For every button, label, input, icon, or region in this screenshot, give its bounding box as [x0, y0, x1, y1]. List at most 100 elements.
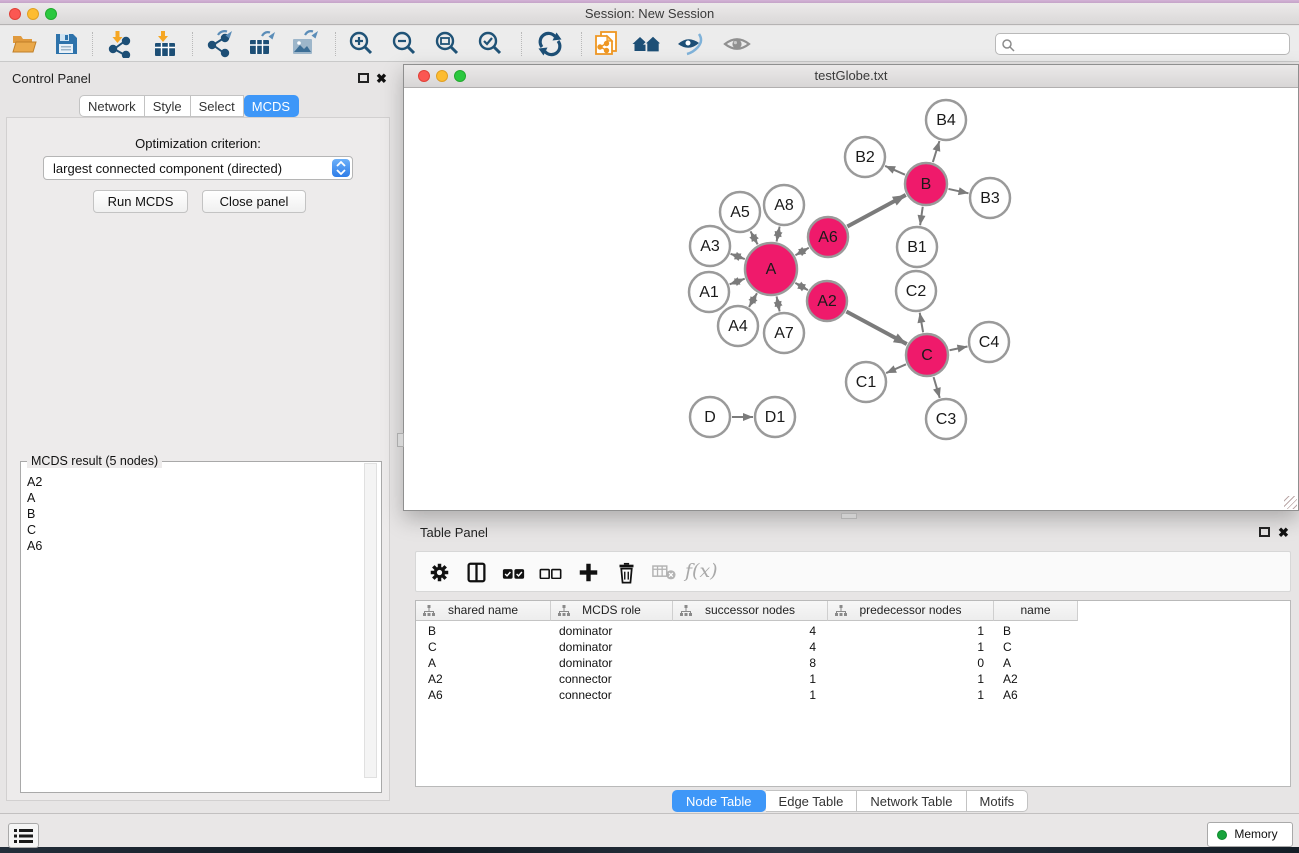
refresh-icon[interactable]: [536, 30, 564, 58]
table-row[interactable]: Bdominator41B: [416, 623, 1078, 639]
select-all-icon[interactable]: [502, 566, 525, 584]
network-resize-grip[interactable]: [1284, 496, 1297, 509]
column-header-predecessor-nodes[interactable]: predecessor nodes: [828, 601, 994, 621]
tab-mcds[interactable]: MCDS: [244, 95, 299, 117]
minimize-traffic-light[interactable]: [27, 8, 39, 20]
network-file-icon[interactable]: [592, 30, 620, 58]
table-header: shared nameMCDS rolesuccessor nodesprede…: [416, 601, 1078, 621]
edge-arrowhead: [933, 141, 941, 152]
export-table-icon[interactable]: [247, 30, 275, 58]
control-panel-tabs: Network Style Select MCDS: [79, 95, 299, 117]
tab-motifs[interactable]: Motifs: [967, 790, 1029, 812]
run-mcds-button[interactable]: Run MCDS: [93, 190, 188, 213]
table-row[interactable]: Adominator80A: [416, 655, 1078, 671]
table-row[interactable]: A2connector11A2: [416, 671, 1078, 687]
table-cell: A: [416, 655, 551, 671]
export-image-icon[interactable]: [290, 30, 318, 58]
column-header-MCDS-role[interactable]: MCDS role: [551, 601, 673, 621]
search-field[interactable]: [995, 33, 1290, 55]
column-header-successor-nodes[interactable]: successor nodes: [673, 601, 828, 621]
network-zoom-traffic-light[interactable]: [454, 70, 466, 82]
table-panel-float-icon[interactable]: [1259, 527, 1270, 537]
network-left-scrollbar-nub[interactable]: [397, 433, 404, 447]
memory-button[interactable]: Memory: [1207, 822, 1293, 847]
home-icon[interactable]: [632, 30, 660, 58]
graph-node-label: B2: [855, 149, 875, 166]
column-header-shared-name[interactable]: shared name: [416, 601, 551, 621]
delete-column-icon[interactable]: [616, 562, 637, 589]
tab-style[interactable]: Style: [145, 95, 191, 117]
control-panel-title: Control Panel: [12, 71, 91, 86]
import-network-icon[interactable]: [106, 30, 134, 58]
tab-edge-table[interactable]: Edge Table: [766, 790, 858, 812]
mcds-result-scrollbar[interactable]: [364, 463, 377, 778]
task-list-button[interactable]: [8, 823, 39, 848]
network-minimize-traffic-light[interactable]: [436, 70, 448, 82]
control-panel-float-icon[interactable]: [358, 73, 369, 83]
save-icon[interactable]: [52, 30, 80, 58]
function-builder-icon[interactable]: f(x): [685, 560, 718, 582]
mcds-result-item[interactable]: A6: [27, 538, 42, 554]
table-cell: connector: [551, 671, 673, 687]
graph-node-label: A: [766, 261, 777, 278]
main-toolbar: [0, 26, 1299, 62]
close-traffic-light[interactable]: [9, 8, 21, 20]
show-eye-icon[interactable]: [722, 30, 750, 58]
edge-arrowhead: [885, 166, 896, 174]
edge-arrowhead: [893, 333, 907, 344]
node-table[interactable]: shared nameMCDS rolesuccessor nodesprede…: [415, 600, 1291, 787]
edge-arrowhead: [795, 283, 806, 291]
graph-node-label: A4: [728, 318, 748, 335]
import-table-icon[interactable]: [151, 30, 179, 58]
tab-select[interactable]: Select: [191, 95, 244, 117]
settings-gear-icon[interactable]: [429, 562, 450, 588]
table-panel-close-icon[interactable]: ✖: [1278, 525, 1289, 541]
network-window-titlebar: testGlobe.txt: [404, 65, 1298, 88]
edge-arrowhead: [749, 234, 757, 245]
table-row[interactable]: Cdominator41C: [416, 639, 1078, 655]
mcds-result-item[interactable]: B: [27, 506, 42, 522]
delete-table-icon[interactable]: [652, 565, 676, 585]
zoom-selected-icon[interactable]: [476, 30, 504, 58]
table-panel-toolbar: f(x): [415, 551, 1291, 592]
mcds-result-item[interactable]: A: [27, 490, 42, 506]
zoom-fit-icon[interactable]: [433, 30, 461, 58]
deselect-all-icon[interactable]: [539, 566, 562, 584]
optimization-criterion-dropdown[interactable]: largest connected component (directed): [43, 156, 353, 180]
tab-node-table[interactable]: Node Table: [672, 790, 766, 812]
window-title: Session: New Session: [0, 3, 1299, 24]
table-cell: B: [416, 623, 551, 639]
tab-network[interactable]: Network: [79, 95, 145, 117]
add-column-icon[interactable]: [578, 562, 599, 588]
graph-node-label: C4: [979, 334, 1000, 351]
dropdown-stepper-icon: [332, 159, 350, 177]
graph-node-label: A2: [817, 293, 837, 310]
tab-network-table[interactable]: Network Table: [857, 790, 966, 812]
open-folder-icon[interactable]: [10, 30, 38, 58]
search-input[interactable]: [1018, 35, 1283, 53]
edge-arrowhead: [734, 252, 745, 259]
table-cell: dominator: [551, 623, 673, 639]
graph-node-label: D1: [765, 409, 786, 426]
zoom-out-icon[interactable]: [390, 30, 418, 58]
close-panel-button[interactable]: Close panel: [202, 190, 306, 213]
table-cell: 1: [828, 671, 994, 687]
search-icon: [1001, 38, 1015, 52]
table-cell: A2: [994, 671, 1078, 687]
zoom-traffic-light[interactable]: [45, 8, 57, 20]
export-network-icon[interactable]: [205, 30, 233, 58]
mcds-result-item[interactable]: C: [27, 522, 42, 538]
table-cell: A6: [994, 687, 1078, 703]
column-header-name[interactable]: name: [994, 601, 1078, 621]
network-close-traffic-light[interactable]: [418, 70, 430, 82]
zoom-in-icon[interactable]: [347, 30, 375, 58]
mcds-result-item[interactable]: A2: [27, 474, 42, 490]
table-cell: connector: [551, 687, 673, 703]
split-pane-handle[interactable]: [841, 513, 857, 519]
network-graph-canvas[interactable]: B4B2BB3A8A5A6B1A3AA1C2A2A4A7C4CC1C3DD1: [404, 88, 1298, 510]
desktop-edge-bottom: [0, 847, 1299, 853]
columns-icon[interactable]: [466, 562, 487, 588]
table-row[interactable]: A6connector11A6: [416, 687, 1078, 703]
control-panel-close-icon[interactable]: ✖: [376, 71, 387, 87]
hide-eye-icon[interactable]: [676, 30, 704, 58]
